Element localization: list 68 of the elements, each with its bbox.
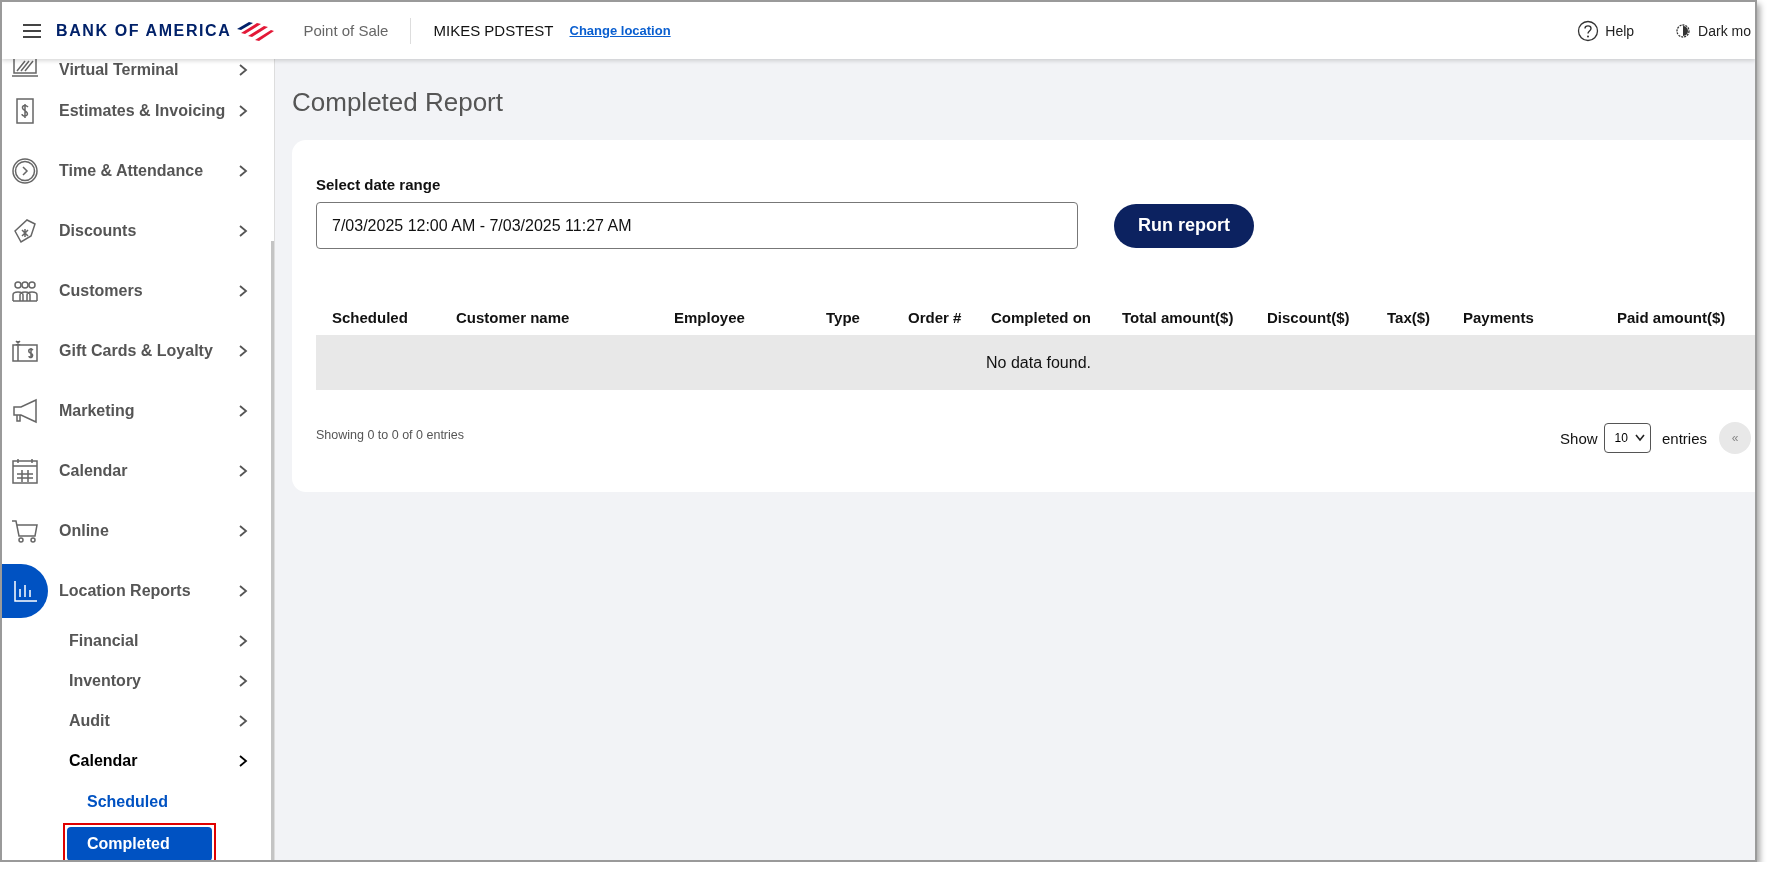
column-header[interactable]: Customer name [456,308,674,326]
page-title: Completed Report [292,87,504,118]
column-header[interactable]: Order # [908,308,991,326]
column-header[interactable]: Discount($) [1267,308,1387,326]
clock-icon [11,157,39,185]
chevron-icon [238,164,248,178]
column-header[interactable]: Total amount($) [1122,308,1267,326]
menu-icon [22,22,42,39]
chevron-icon [238,524,248,538]
app-name: Point of Sale [303,22,389,39]
entries-info: Showing 0 to 0 of 0 entries [316,428,464,442]
column-header[interactable]: Type [826,308,908,326]
chevron-icon [238,634,248,648]
nav-item[interactable]: Virtual Terminal [2,59,274,81]
entries-label: entries [1661,429,1707,447]
chevron-icon [238,344,248,358]
chevron-icon [238,224,248,238]
chevron-icon [238,464,248,478]
nav-subitem[interactable]: Audit [2,701,274,741]
chevron-icon [238,674,248,688]
chevron-icon [238,714,248,728]
nav-item[interactable]: Estimates & Invoicing [2,81,274,141]
tag-icon [11,217,39,245]
field-label: Select date range [316,176,442,193]
nav-item[interactable]: Marketing [2,381,274,441]
brand-name: BANK OF AMERICA [56,21,232,40]
page-size-select[interactable]: 10 [1603,423,1651,453]
gift-card-icon [11,337,39,365]
nav-item[interactable]: Discounts [2,201,274,261]
column-header[interactable]: Tax($) [1387,308,1463,326]
calendar-icon [11,457,39,485]
nav-link[interactable]: Scheduled [67,785,212,819]
column-header[interactable]: Completed on [991,308,1122,326]
location-name: MIKES PDSTEST [433,22,554,39]
dark-mode-toggle[interactable]: Dark mo [1674,21,1751,40]
help-link[interactable]: Help [1577,19,1635,42]
change-location-link[interactable]: Change location [569,23,671,38]
column-header[interactable]: Employee [674,308,826,326]
nav-item[interactable]: Online [2,501,274,561]
megaphone-icon [11,397,39,425]
nav-link[interactable]: Completed [67,827,212,860]
caret-icon [1634,434,1645,442]
empty-table-message: No data found. [316,335,1755,390]
nav-subitem[interactable]: Financial [2,621,274,661]
nav-item[interactable]: Location Reports [2,561,274,621]
nav-subitem[interactable]: Calendar [2,741,274,781]
column-header[interactable]: Paid amount($) [1617,308,1755,326]
help-icon [1577,19,1600,42]
nav-item[interactable]: Gift Cards & Loyalty [2,321,274,381]
show-label: Show [1560,429,1598,447]
chevron-icon [238,284,248,298]
chevron-icon [238,754,248,768]
chevron-icon [238,404,248,418]
cart-icon [11,517,39,545]
nav-subitem[interactable]: Inventory [2,661,274,701]
date-range-field[interactable]: 7/03/2025 12:00 AM - 7/03/2025 11:27 AM [316,202,1078,249]
chevron-icon [238,63,248,77]
flag-logo-icon [235,19,276,42]
contrast-icon [1674,21,1693,40]
nav-item[interactable]: Time & Attendance [2,141,274,201]
chevron-icon [238,584,248,598]
run-report-button[interactable]: Run report [1114,203,1254,248]
nav-item[interactable]: Customers [2,261,274,321]
column-header[interactable]: Scheduled [332,308,456,326]
scrollbar[interactable] [271,241,274,860]
chevron-icon [238,104,248,118]
column-header[interactable]: Payments [1463,308,1617,326]
nav-item[interactable]: Calendar [2,441,274,501]
